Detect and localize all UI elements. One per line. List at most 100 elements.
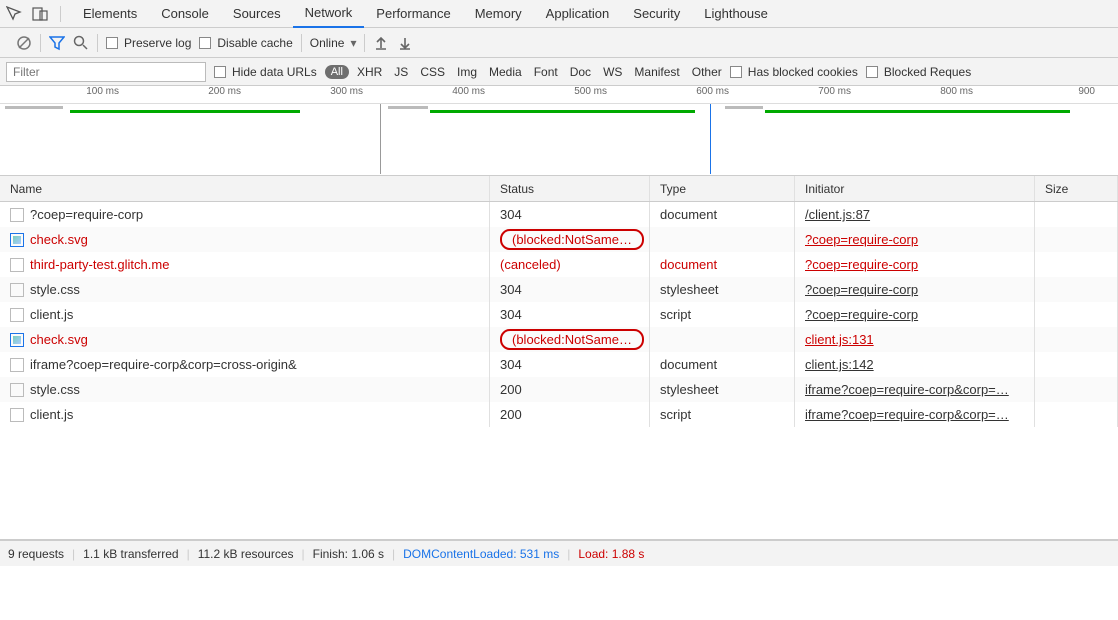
network-request-table: Name Status Type Initiator Size ?coep=re…	[0, 176, 1118, 540]
table-row[interactable]: iframe?coep=require-corp&corp=cross-orig…	[0, 352, 1118, 377]
tab-application[interactable]: Application	[534, 0, 622, 28]
footer-finish: Finish: 1.06 s	[313, 547, 384, 561]
table-row[interactable]: client.js304script?coep=require-corp	[0, 302, 1118, 327]
request-size	[1035, 227, 1118, 252]
blocked-requests-checkbox[interactable]: Blocked Reques	[866, 65, 971, 79]
request-name: client.js	[30, 407, 73, 422]
filter-manifest[interactable]: Manifest	[634, 65, 679, 79]
table-row[interactable]: check.svg(blocked:NotSame…client.js:131	[0, 327, 1118, 352]
search-icon[interactable]	[73, 35, 89, 51]
request-type: stylesheet	[650, 277, 795, 302]
tab-memory[interactable]: Memory	[463, 0, 534, 28]
request-initiator[interactable]: ?coep=require-corp	[805, 257, 918, 272]
request-type: document	[650, 202, 795, 227]
hide-data-urls-checkbox[interactable]: Hide data URLs	[214, 65, 317, 79]
filter-media[interactable]: Media	[489, 65, 522, 79]
request-size	[1035, 352, 1118, 377]
col-name[interactable]: Name	[0, 176, 490, 201]
timeline-tick: 600 ms	[696, 86, 732, 97]
tab-lighthouse[interactable]: Lighthouse	[692, 0, 780, 28]
filter-img[interactable]: Img	[457, 65, 477, 79]
chevron-down-icon: ▾	[350, 36, 356, 50]
request-status: (blocked:NotSame…	[490, 227, 650, 252]
request-status: 304	[490, 302, 650, 327]
table-row[interactable]: client.js 200script iframe?coep=require-co…	[0, 402, 1118, 427]
request-initiator[interactable]: iframe?coep=require-corp&corp=…	[805, 407, 1009, 422]
filter-xhr[interactable]: XHR	[357, 65, 382, 79]
file-icon	[10, 333, 24, 347]
tab-performance[interactable]: Performance	[364, 0, 462, 28]
request-size	[1035, 402, 1118, 427]
request-size	[1035, 252, 1118, 277]
request-initiator[interactable]: ?coep=require-corp	[805, 282, 918, 297]
request-initiator[interactable]: ?coep=require-corp	[805, 232, 918, 247]
table-row[interactable]: style.css200stylesheetiframe?coep=requir…	[0, 377, 1118, 402]
request-type	[650, 227, 795, 252]
request-status: 200	[490, 377, 650, 402]
request-type: script	[650, 402, 795, 427]
tab-security[interactable]: Security	[621, 0, 692, 28]
request-status: 304	[490, 277, 650, 302]
filter-input[interactable]	[6, 62, 206, 82]
filter-js[interactable]: JS	[394, 65, 408, 79]
request-name: check.svg	[30, 232, 88, 247]
filter-font[interactable]: Font	[534, 65, 558, 79]
table-row[interactable]: ?coep=require-corp304document/client.js:…	[0, 202, 1118, 227]
table-row[interactable]: third-party-test.glitch.me(canceled)docu…	[0, 252, 1118, 277]
footer-load: Load: 1.88 s	[578, 547, 644, 561]
tab-network[interactable]: Network	[293, 0, 365, 28]
request-type	[650, 327, 795, 352]
tab-sources[interactable]: Sources	[221, 0, 293, 28]
request-name: style.css	[30, 282, 80, 297]
throttling-select[interactable]: Online ▾	[310, 36, 357, 50]
inspect-element-icon[interactable]	[6, 6, 22, 22]
col-type[interactable]: Type	[650, 176, 795, 201]
filter-doc[interactable]: Doc	[570, 65, 591, 79]
file-icon	[10, 308, 24, 322]
request-size	[1035, 327, 1118, 352]
download-icon[interactable]	[397, 35, 413, 51]
request-status: 304	[490, 352, 650, 377]
filter-other[interactable]: Other	[692, 65, 722, 79]
footer-domcontentloaded: DOMContentLoaded: 531 ms	[403, 547, 559, 561]
col-status[interactable]: Status	[490, 176, 650, 201]
timeline-tick: 400 ms	[452, 86, 488, 97]
clear-icon[interactable]	[16, 35, 32, 51]
request-type: script	[650, 302, 795, 327]
file-icon	[10, 283, 24, 297]
footer-requests: 9 requests	[8, 547, 64, 561]
network-status-bar: 9 requests| 1.1 kB transferred| 11.2 kB …	[0, 540, 1118, 566]
device-toolbar-icon[interactable]	[32, 6, 48, 22]
footer-resources: 11.2 kB resources	[198, 547, 294, 561]
request-type: stylesheet	[650, 377, 795, 402]
tab-elements[interactable]: Elements	[71, 0, 149, 28]
table-row[interactable]: check.svg (blocked:NotSame… ?coep=require-…	[0, 227, 1118, 252]
network-timeline[interactable]: 100 ms200 ms300 ms400 ms500 ms600 ms700 …	[0, 86, 1118, 176]
filter-icon[interactable]	[49, 35, 65, 51]
disable-cache-checkbox[interactable]: Disable cache	[199, 36, 292, 50]
timeline-tick: 800 ms	[940, 86, 976, 97]
request-status: (canceled)	[490, 252, 650, 277]
request-initiator[interactable]: /client.js:87	[805, 207, 870, 222]
request-size	[1035, 277, 1118, 302]
file-icon	[10, 358, 24, 372]
request-initiator[interactable]: client.js:131	[805, 332, 874, 347]
upload-icon[interactable]	[373, 35, 389, 51]
request-name: ?coep=require-corp	[30, 207, 143, 222]
request-initiator[interactable]: ?coep=require-corp	[805, 307, 918, 322]
timeline-tick: 300 ms	[330, 86, 366, 97]
request-initiator[interactable]: client.js:142	[805, 357, 874, 372]
preserve-log-checkbox[interactable]: Preserve log	[106, 36, 191, 50]
col-initiator[interactable]: Initiator	[795, 176, 1035, 201]
tab-console[interactable]: Console	[149, 0, 221, 28]
filter-ws[interactable]: WS	[603, 65, 622, 79]
col-size[interactable]: Size	[1035, 176, 1118, 201]
file-icon	[10, 208, 24, 222]
table-row[interactable]: style.css 304stylesheet ?coep=require-corp	[0, 277, 1118, 302]
request-initiator[interactable]: iframe?coep=require-corp&corp=…	[805, 382, 1009, 397]
filter-all[interactable]: All	[325, 65, 349, 79]
request-name: check.svg	[30, 332, 88, 347]
request-status: 200	[490, 402, 650, 427]
filter-css[interactable]: CSS	[420, 65, 445, 79]
has-blocked-cookies-checkbox[interactable]: Has blocked cookies	[730, 65, 858, 79]
